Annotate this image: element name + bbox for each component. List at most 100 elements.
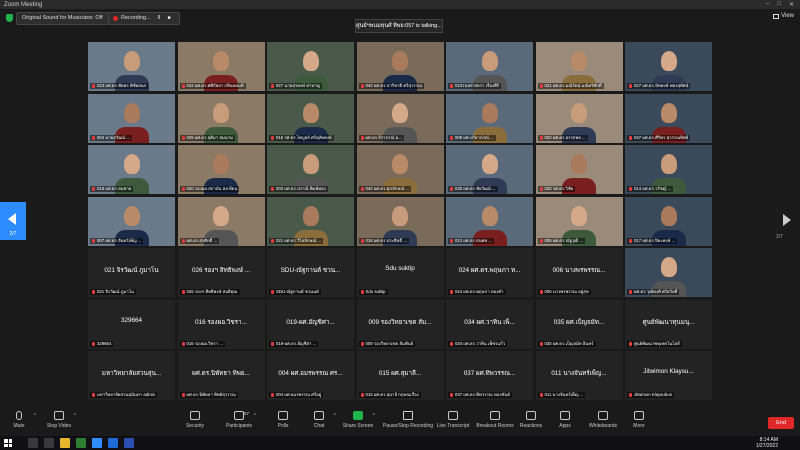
participant-tile[interactable]: Jitwimon Klaysu... Jitwimon Klaysubun	[625, 351, 712, 400]
chevron-up-icon[interactable]: ^	[254, 413, 256, 419]
participant-name-text: 016 ผศ.ดร.สมชาย	[97, 186, 132, 191]
participant-tile[interactable]: 040 ผศ.ดร.ปาริชาติ ศรีสุวรรณ	[356, 42, 444, 91]
participant-tile[interactable]: 021 ผศ.ดร.วิไลลักษณ์ ...	[267, 196, 354, 246]
participant-name-text: 042 ผศ.ดร.ศศิกัลยา กลิ่นหอมดี	[186, 83, 244, 88]
participant-tile[interactable]: 027 นายสุรพงษ์ ท่าหาญ	[267, 42, 354, 91]
participant-face	[481, 154, 498, 174]
breakout-rooms-icon	[490, 411, 500, 420]
participant-tile[interactable]: 025 ผศ.ดร.จุดิมา สมนาม	[177, 93, 265, 143]
participant-display-name: 004 ผศ.อมรพรรณ ศร...	[278, 370, 343, 377]
participant-tile[interactable]: SDU-ณัฐกานต์ ชวน... SDU-ณัฐกานต์ ชวนนท์	[267, 248, 354, 297]
participant-tile[interactable]: 040 ผศ.ดร.ศุภลักษณ์ ...	[356, 145, 444, 194]
participant-name-text: 021 ผศ.ดร.วิไลลักษณ์ ...	[276, 237, 322, 243]
participant-tile[interactable]: 019-ผศ.อัญชิศา... 019-ผศ.ดร.อัญชิสา ...	[267, 299, 354, 349]
previous-page-button[interactable]: 2/7	[0, 202, 26, 240]
edge-icon[interactable]	[76, 438, 86, 448]
participant-face	[660, 51, 677, 71]
task-view-icon[interactable]	[44, 438, 54, 448]
participant-tile[interactable]: 020 รศ.ดร.วิชัย	[535, 145, 623, 194]
participant-tile[interactable]: 037 ผศ.ทิพวรรณ... 037 ผศ.ดร.ทิพวรรณ ทองขั…	[446, 351, 533, 400]
minimize-button[interactable]: –	[766, 1, 769, 8]
next-page-button[interactable]: 2/7	[776, 210, 794, 240]
participants-label: Participants	[225, 423, 253, 429]
participant-name-label: 018 ผศ.ดร.ประสิทธิ์ ...	[358, 237, 409, 244]
participant-tile[interactable]: 003 ผศ.ดร.ปราณี พิมพ์ทอง	[267, 145, 354, 194]
participant-tile[interactable]: Sdu suktip Sdu suktip	[356, 248, 444, 297]
participant-tile[interactable]: 010รองศาสตรา เรืองศิริ	[446, 42, 533, 91]
participant-name-text: 040 ผศ.ดร.ศุภลักษณ์ ...	[365, 186, 409, 191]
participant-tile[interactable]: 011 นางจันทร์เพ็ญ... 011 นางจันทร์เพ็ญ ..…	[535, 351, 623, 400]
participant-tile[interactable]: 015 รศ.ดร.ไพบูลย์ ศรีอุทัยพงษ์	[267, 93, 354, 143]
participant-tile[interactable]: 016 รองผอ.วิชรา... 016 รองผอ.วิชรา ...	[177, 299, 265, 349]
search-icon[interactable]	[28, 438, 38, 448]
close-button[interactable]: ✕	[789, 1, 794, 8]
participant-tile[interactable]: 018 ผศ.ดร.ประสิทธิ์ ...	[356, 196, 444, 246]
view-button[interactable]: View	[773, 13, 794, 19]
participant-tile[interactable]: 017 ผศ.ดร.ปิยะพงษ์ ...	[625, 196, 712, 246]
pause-recording-button[interactable]: II	[158, 13, 161, 24]
meeting-toolbar: Mute ^ Stop Video ^ Security 57 Participant…	[0, 408, 800, 436]
participant-tile[interactable]: 042 ผศ.ดร.ศศิกัลยา กลิ่นหอมดี	[177, 42, 265, 91]
share-screen-button[interactable]: Share Screen ^	[333, 411, 383, 429]
participant-tile[interactable]: ผศ.ดร.สุรศักดิ์ ...	[177, 196, 265, 246]
participant-tile[interactable]: มหาวิทยาลัยสวนสุน... มหาวิทยาลัยสวนสุนันท…	[88, 351, 175, 400]
participant-tile[interactable]: 005 ผศ.ดร.ณัฐวุฒิ ...	[535, 196, 623, 246]
participant-tile[interactable]: 030 ผศ.ดร.ชัยวัฒน์ ...	[446, 145, 533, 194]
participant-tile[interactable]: 023 ผศ.ดร.ชัยพร พิชัยสนก	[88, 42, 175, 91]
participant-tile[interactable]: 014 ผศ.ดร.วรัชญ์ ...	[625, 145, 712, 194]
taskbar-clock[interactable]: 8:14 AM 1/27/2022	[756, 437, 778, 449]
shield-icon[interactable]	[6, 14, 13, 22]
participant-name-label: 005 ผศ.ดร.ณัฐวุฒิ ...	[537, 237, 586, 244]
participant-tile[interactable]: 021 ผศ.ดร.มณีรัตน์ มณีศรีศักดิ์	[535, 42, 623, 91]
maximize-button[interactable]: □	[777, 1, 781, 8]
participant-tile[interactable]: 007 ผศ.ดร.จันทร์เพ็ญ ...	[88, 196, 175, 246]
participant-name-label: 017 ผศ.ดร.ปิยะพงษ์ ...	[627, 237, 678, 244]
participant-tile[interactable]: ผศ.ดร.จีราภรณ์ ผ...	[356, 93, 444, 143]
apps-label: Apps	[559, 423, 571, 429]
participant-tile[interactable]: 004 ผศ.อมรพรรณ ศร... 004 ผศ.อมรพรรณ ศรีอย…	[267, 351, 354, 400]
end-button[interactable]: End	[768, 417, 794, 429]
participant-display-name: 021 จิรวัฒน์ ภูมาโน	[104, 267, 159, 274]
participant-tile[interactable]: ผศ.ดร.วุฒิพงศ์ ศรีสวัสดิ์	[625, 248, 712, 297]
participant-display-name: 329664	[120, 316, 142, 324]
original-sound-button[interactable]: Original Sound for Musicians: Off	[16, 12, 109, 25]
participants-button[interactable]: 57 Participants ^	[214, 411, 264, 429]
participant-tile[interactable]: 035 ผศ.เบ็ญจมัท... 035 ผศ.ดร.เบ็ญจมัท อิน…	[535, 299, 623, 349]
zoom-app-icon[interactable]	[92, 438, 102, 448]
microphone-muted-icon	[539, 84, 543, 88]
participant-tile[interactable]: 004 นายสุวัฒน์ ...	[88, 93, 175, 143]
microphone-muted-icon	[271, 290, 274, 294]
participant-tile[interactable]: 020 รองผอ.สถาบัน สงเขียน	[177, 145, 265, 194]
stop-recording-button[interactable]: ■	[167, 13, 170, 24]
participant-tile[interactable]: 022 ผศ.ดร.อรรถพล ...	[535, 93, 623, 143]
participant-name-text: 021 จิรวัฒน์ ภูมาโน	[97, 289, 134, 294]
windows-start-icon[interactable]	[4, 439, 12, 447]
participant-tile[interactable]: 016 ผศ.ดร.สมชาย	[88, 145, 175, 194]
participant-tile[interactable]: 026 รองฯ สิทธิพงษ์ ... 026 รองฯ สิทธิพงษ์…	[177, 248, 265, 297]
security-button[interactable]: Security	[170, 411, 220, 429]
participant-tile[interactable]: 034 ผศ.วาทิน เพ็... 034 ผศ.ดร.วาทิน เพ็ชร…	[446, 299, 533, 349]
word-icon[interactable]	[108, 438, 118, 448]
stop-video-button[interactable]: Stop Video ^	[34, 411, 84, 429]
participant-tile[interactable]: 008 ผศ.ปรียาภรณ์ ...	[446, 93, 533, 143]
file-explorer-icon[interactable]	[60, 438, 70, 448]
shield-icon	[190, 411, 200, 420]
participant-tile[interactable]: 027 ผศ.ดร.ปัทพงษ์ ฟองสุทัศน์	[625, 42, 712, 91]
participant-tile[interactable]: 329664 329664	[88, 299, 175, 349]
participant-tile[interactable]: 015 ผศ.สุมาลี... 015 ผศ.ดร.สุมาลี กฤษณเรื…	[356, 351, 444, 400]
more-button[interactable]: More	[614, 411, 664, 429]
microphone-muted-icon	[181, 187, 185, 191]
chevron-up-icon[interactable]: ^	[373, 413, 375, 419]
participant-tile[interactable]: 024 ผศ.ดร.พฤษภา ท... 024 ผศ.ดร.พฤษภา ทองค…	[446, 248, 533, 297]
participant-tile[interactable]: 047 ผศ.ดร.ศิริพร สุวรรณทิพย์	[625, 93, 712, 143]
participant-tile[interactable]: 012 ผศ.ดร.ธนพล ...	[446, 196, 533, 246]
word-icon-2[interactable]	[124, 438, 134, 448]
participant-tile[interactable]: 009 รองวิทยาเขต สัม... 009 รองวิทยาเขต สั…	[356, 299, 444, 349]
participant-display-name: 035 ผศ.เบ็ญจมัท...	[553, 318, 605, 326]
chevron-up-icon[interactable]: ^	[74, 413, 76, 419]
participant-name-text: 047 ผศ.ดร.ศิริพร สุวรรณทิพย์	[634, 134, 689, 140]
participant-tile[interactable]: 021 จิรวัฒน์ ภูมาโน 021 จิรวัฒน์ ภูมาโน	[88, 248, 175, 297]
participant-tile[interactable]: 006 นางพรพรรณ... 006 นางพรพรรณ อยู่สุข	[535, 248, 623, 297]
participant-tile[interactable]: ศูนย์พัฒนาทุนมนุ... ศูนย์พัฒนาพหุเทคโนโลย…	[625, 299, 712, 349]
participant-tile[interactable]: ผศ.ดร.นิพัทธา ทิพย... ผศ.ดร.นิพัทธา ทิพย์…	[177, 351, 265, 400]
